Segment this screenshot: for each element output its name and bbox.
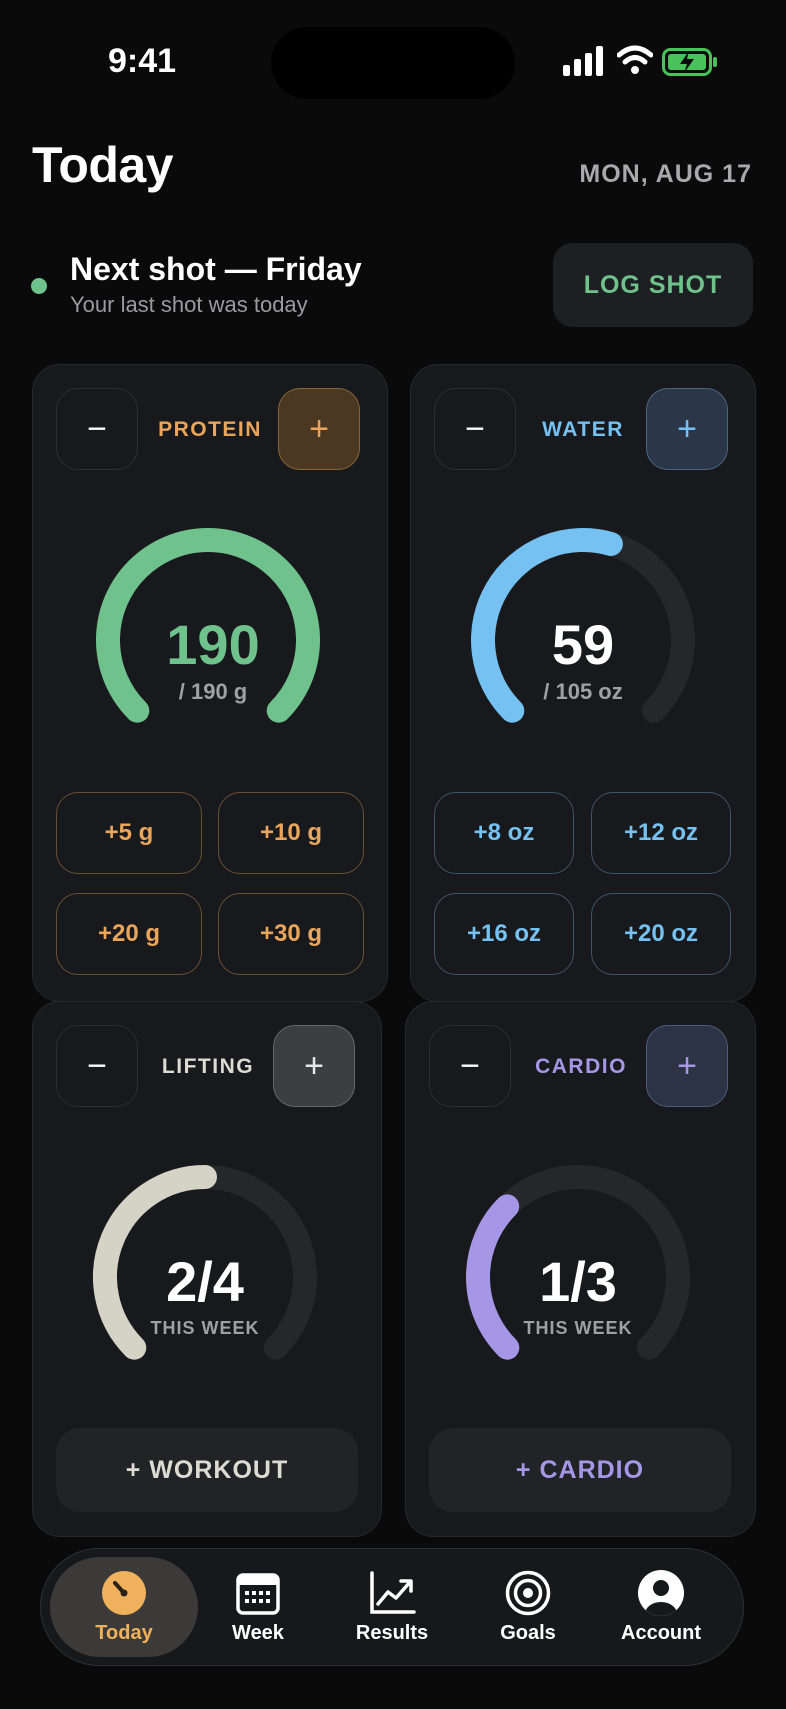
calendar-icon: [236, 1572, 280, 1615]
water-minus-button[interactable]: −: [434, 388, 516, 470]
tab-account[interactable]: Account: [601, 1558, 721, 1656]
cardio-period: THIS WEEK: [523, 1318, 633, 1338]
lifting-period: THIS WEEK: [150, 1318, 260, 1338]
protein-plus-button[interactable]: +: [278, 388, 360, 470]
tab-week[interactable]: Week: [198, 1558, 318, 1656]
signal-icon: [563, 46, 603, 76]
protein-quick-add-30[interactable]: +30 g: [218, 893, 364, 975]
tab-today-label: Today: [95, 1621, 153, 1644]
dynamic-island: [271, 27, 515, 99]
water-quick-add-20[interactable]: +20 oz: [591, 893, 731, 975]
protein-quick-add-20[interactable]: +20 g: [56, 893, 202, 975]
tab-account-label: Account: [621, 1621, 701, 1644]
cardio-value: 1/3: [539, 1250, 617, 1313]
water-quick-add-12[interactable]: +12 oz: [591, 792, 731, 874]
water-value: 59: [551, 613, 615, 676]
log-shot-button[interactable]: LOG SHOT: [553, 243, 753, 327]
water-card: − WATER + 59 / 105 oz +8 oz +12 oz +16 o…: [410, 364, 756, 1002]
battery-icon: [662, 48, 717, 76]
gauge-icon: [102, 1570, 146, 1615]
add-workout-button[interactable]: + WORKOUT: [56, 1428, 358, 1512]
tab-results-label: Results: [355, 1621, 429, 1644]
lifting-label: LIFTING: [161, 1055, 255, 1078]
cardio-minus-button[interactable]: −: [429, 1025, 511, 1107]
add-cardio-button[interactable]: + CARDIO: [429, 1428, 731, 1512]
next-shot-title: Next shot — Friday: [70, 251, 362, 287]
lifting-minus-button[interactable]: −: [56, 1025, 138, 1107]
status-time: 9:41: [108, 42, 177, 80]
protein-quick-add-5[interactable]: +5 g: [56, 792, 202, 874]
tab-goals-label: Goals: [500, 1621, 556, 1644]
page-title: Today: [32, 137, 174, 193]
water-target: / 105 oz: [543, 679, 623, 704]
cardio-label: CARDIO: [535, 1055, 627, 1078]
protein-target: / 190 g: [178, 679, 248, 704]
cardio-plus-button[interactable]: +: [646, 1025, 728, 1107]
person-icon: [638, 1569, 684, 1616]
lifting-card: − LIFTING + 2/4 THIS WEEK + WORKOUT: [32, 1001, 382, 1537]
protein-quick-add-10[interactable]: +10 g: [218, 792, 364, 874]
tab-today[interactable]: Today: [50, 1558, 198, 1656]
tab-results[interactable]: Results: [332, 1558, 452, 1656]
water-quick-add-8[interactable]: +8 oz: [434, 792, 574, 874]
current-date: MON, AUG 17: [579, 160, 752, 188]
tab-goals[interactable]: Goals: [468, 1558, 588, 1656]
protein-label: PROTEIN: [158, 418, 262, 441]
tab-week-label: Week: [232, 1621, 284, 1644]
protein-value: 190: [166, 613, 260, 676]
protein-minus-button[interactable]: −: [56, 388, 138, 470]
water-plus-button[interactable]: +: [646, 388, 728, 470]
water-label: WATER: [542, 418, 624, 441]
lifting-plus-button[interactable]: +: [273, 1025, 355, 1107]
water-quick-add-16[interactable]: +16 oz: [434, 893, 574, 975]
status-dot: [31, 278, 47, 294]
last-shot-subtitle: Your last shot was today: [70, 292, 308, 317]
protein-card: − PROTEIN + 190 / 190 g +5 g +10 g +20 g…: [32, 364, 388, 1002]
target-icon: [505, 1570, 551, 1615]
lifting-value: 2/4: [166, 1250, 244, 1313]
chart-icon: [370, 1570, 416, 1614]
wifi-icon: [617, 45, 653, 74]
cardio-card: − CARDIO + 1/3 THIS WEEK + CARDIO: [405, 1001, 756, 1537]
